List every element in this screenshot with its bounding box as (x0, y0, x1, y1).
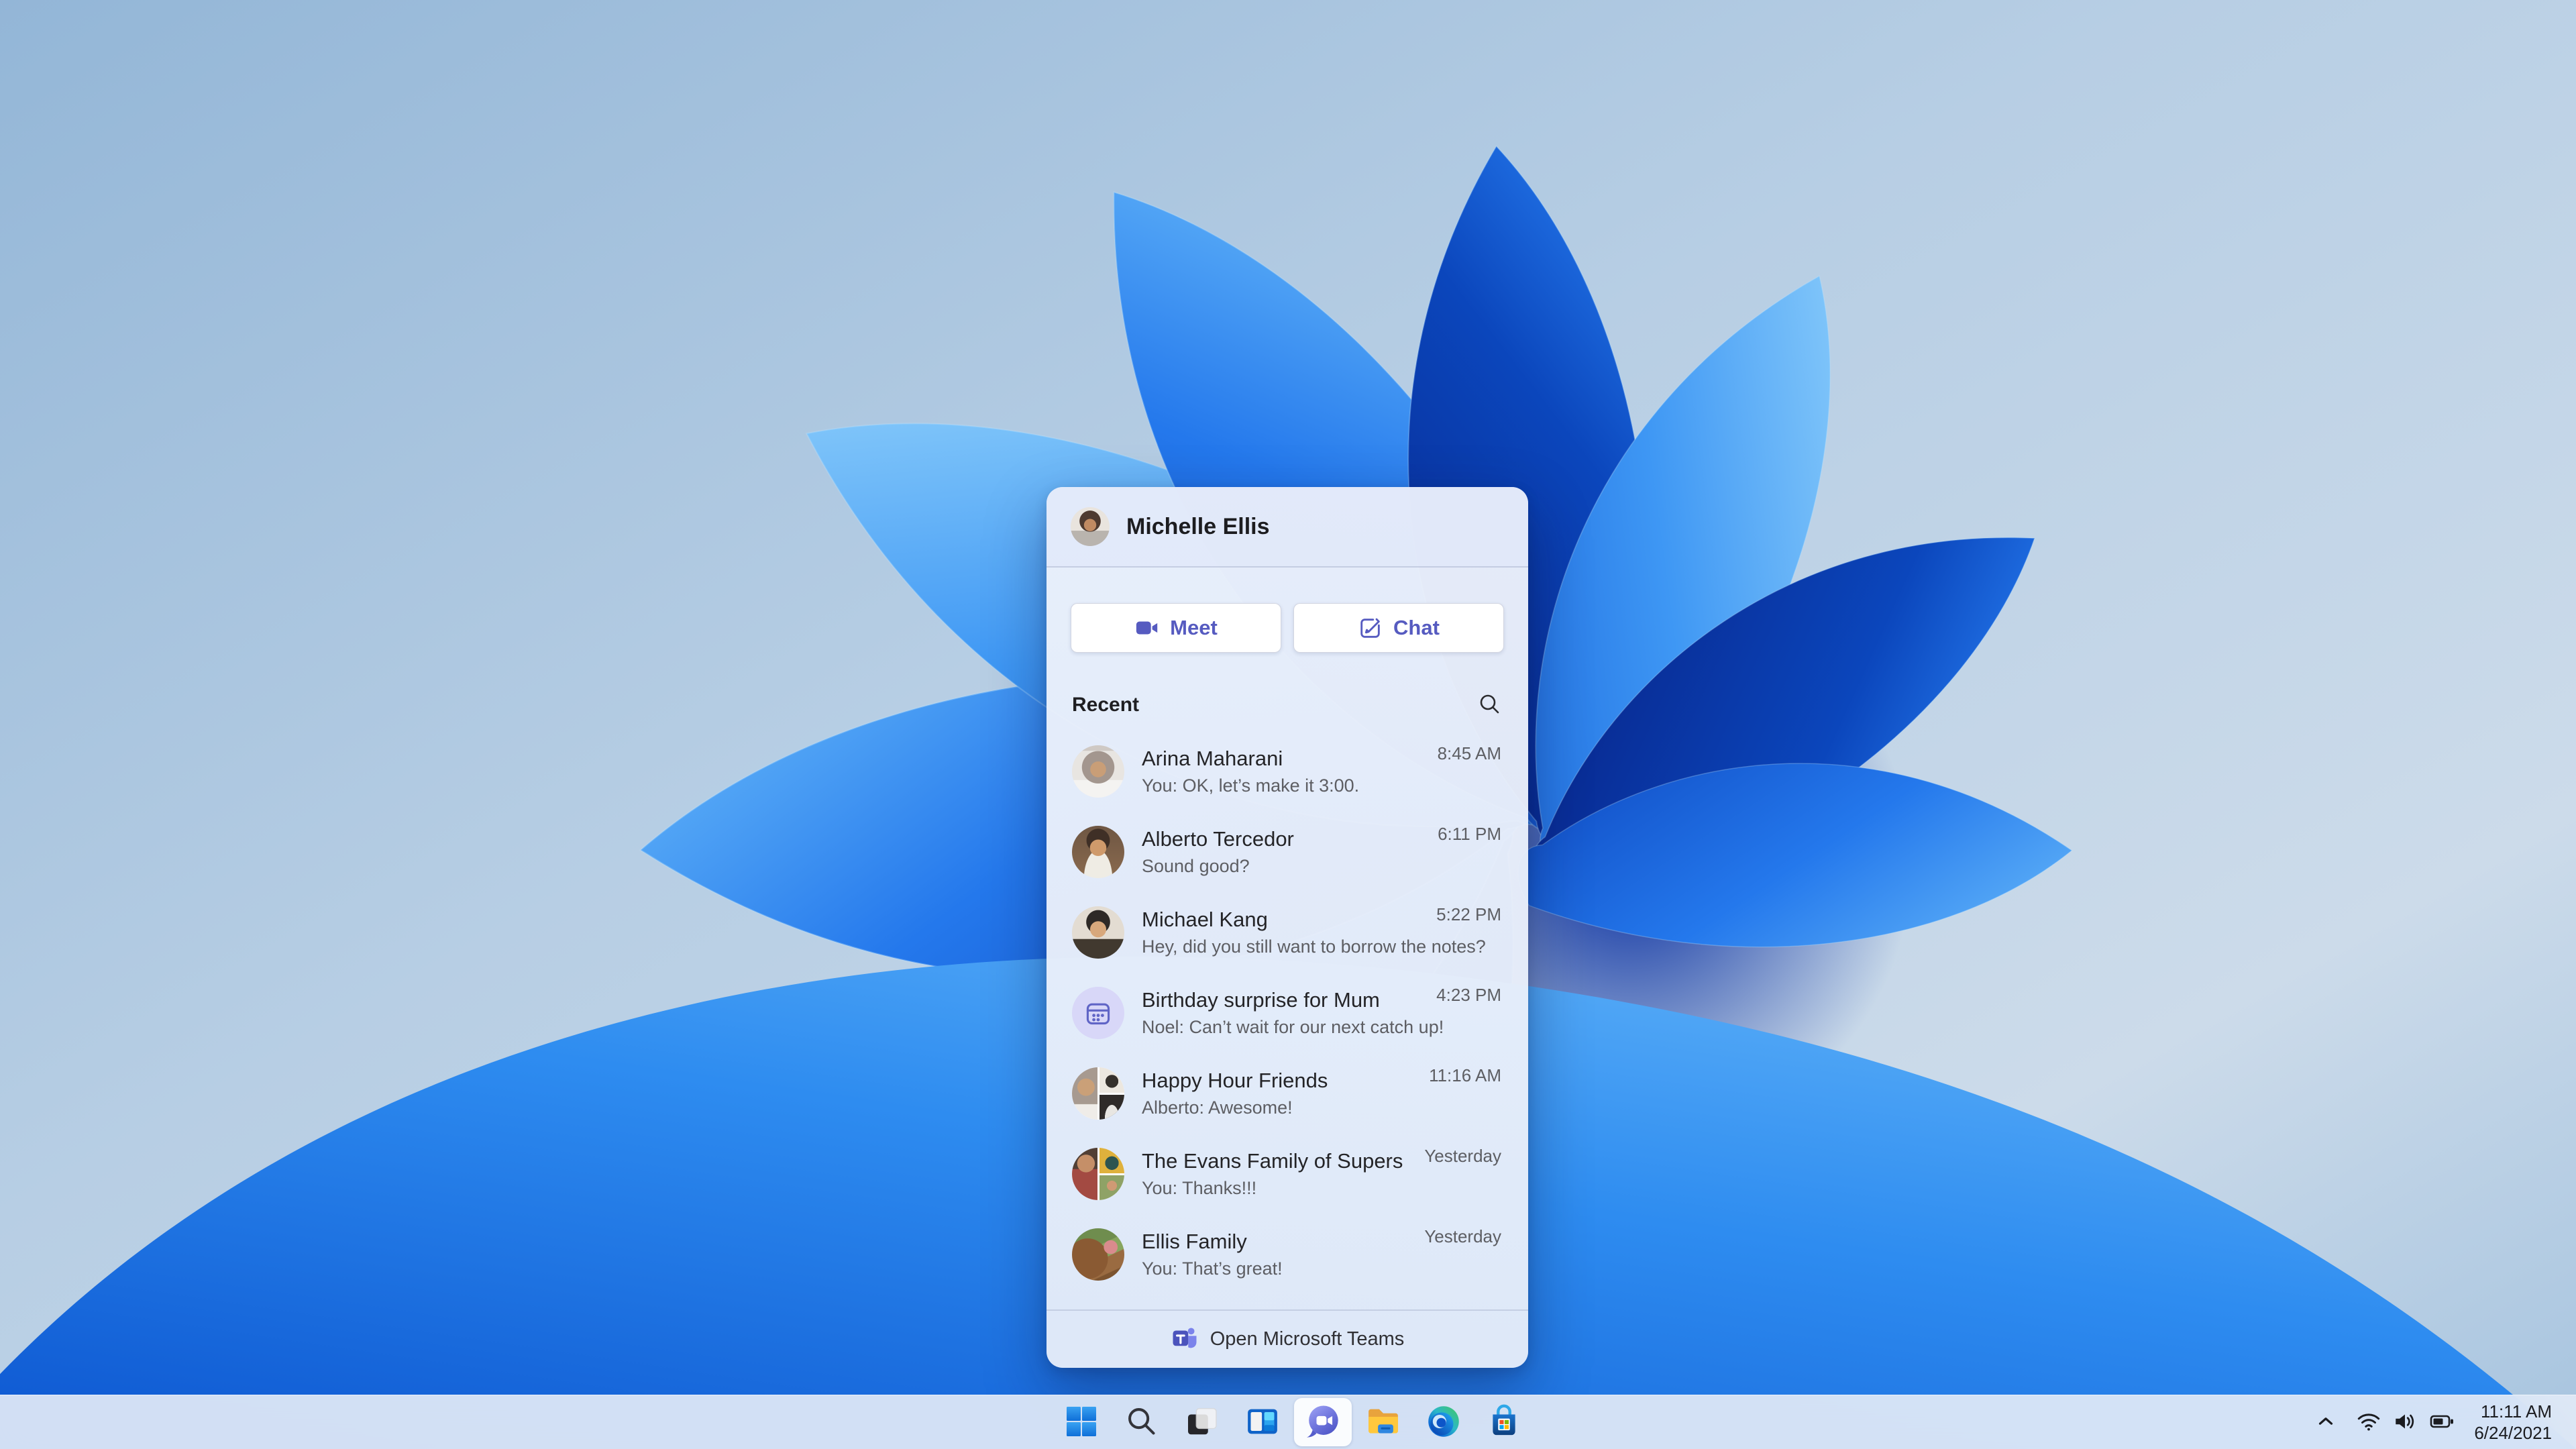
conversation-preview: Noel: Can’t wait for our next catch up! (1142, 1017, 1444, 1037)
meet-button-label: Meet (1170, 616, 1218, 639)
teams-chat-bubble-icon (1303, 1402, 1342, 1443)
meet-button[interactable]: Meet (1071, 603, 1281, 653)
recent-conversation-list: Arina Maharani You: OK, let’s make it 3:… (1046, 731, 1528, 1295)
conversation-row[interactable]: Happy Hour Friends Alberto: Awesome! 11:… (1046, 1053, 1528, 1134)
desktop: Michelle Ellis Meet Chat Recent Arina Ma… (0, 0, 2576, 1449)
calendar-event-icon (1072, 987, 1124, 1039)
chat-button[interactable]: Chat (1293, 603, 1504, 653)
chat-button-label: Chat (1393, 616, 1440, 639)
windows-logo-icon (1063, 1403, 1100, 1442)
conversation-time: Yesterday (1424, 1146, 1501, 1166)
conversation-row[interactable]: Birthday surprise for Mum Noel: Can’t wa… (1046, 973, 1528, 1053)
widgets-icon (1244, 1403, 1281, 1442)
avatar-family-photo (1072, 1228, 1124, 1281)
battery-icon (2428, 1408, 2455, 1437)
open-microsoft-teams-link[interactable]: Open Microsoft Teams (1046, 1309, 1528, 1368)
edge-browser-button[interactable] (1415, 1398, 1472, 1446)
conversation-time: 5:22 PM (1436, 904, 1501, 924)
taskbar: 11:11 AM 6/24/2021 (0, 1395, 2576, 1449)
search-icon (1123, 1403, 1161, 1442)
avatar-bearded-man (1072, 826, 1124, 878)
conversation-preview: You: OK, let’s make it 3:00. (1142, 775, 1360, 796)
flyout-header: Michelle Ellis (1046, 487, 1528, 568)
conversation-preview: You: That’s great! (1142, 1258, 1283, 1279)
start-button[interactable] (1053, 1398, 1110, 1446)
chevron-up-icon (2314, 1410, 2337, 1435)
task-view-button[interactable] (1173, 1398, 1231, 1446)
volume-icon (2392, 1409, 2418, 1436)
avatar-young-man (1072, 906, 1124, 959)
conversation-row[interactable]: The Evans Family of Supers You: Thanks!!… (1046, 1134, 1528, 1214)
user-avatar[interactable] (1071, 507, 1110, 546)
taskbar-center-icons (1051, 1395, 1534, 1449)
system-tray: 11:11 AM 6/24/2021 (2308, 1395, 2559, 1449)
widgets-button[interactable] (1234, 1398, 1291, 1446)
compose-icon (1358, 615, 1383, 641)
tray-date: 6/24/2021 (2474, 1423, 2552, 1443)
conversation-time: 8:45 AM (1437, 743, 1501, 763)
conversation-time: Yesterday (1424, 1226, 1501, 1246)
edge-icon (1425, 1403, 1462, 1442)
conversation-preview: Sound good? (1142, 856, 1250, 876)
teams-chat-flyout: Michelle Ellis Meet Chat Recent Arina Ma… (1046, 487, 1528, 1368)
teams-logo-icon (1171, 1324, 1199, 1355)
wifi-icon (2356, 1409, 2381, 1436)
avatar-woman-hijab (1072, 745, 1124, 798)
chat-button-taskbar[interactable] (1294, 1398, 1352, 1446)
conversation-row[interactable]: Michael Kang Hey, did you still want to … (1046, 892, 1528, 973)
microsoft-store-button[interactable] (1475, 1398, 1533, 1446)
clock-and-date[interactable]: 11:11 AM 6/24/2021 (2467, 1401, 2559, 1444)
conversation-row[interactable]: Arina Maharani You: OK, let’s make it 3:… (1046, 731, 1528, 812)
video-camera-icon (1134, 615, 1160, 641)
store-icon (1485, 1403, 1523, 1442)
avatar-group-collage (1072, 1148, 1124, 1200)
conversation-time: 4:23 PM (1436, 985, 1501, 1005)
task-view-icon (1183, 1403, 1221, 1442)
conversation-time: 11:16 AM (1429, 1065, 1501, 1085)
tray-time: 11:11 AM (2481, 1401, 2552, 1421)
conversation-preview: Alberto: Awesome! (1142, 1097, 1293, 1118)
quick-actions: Meet Chat (1071, 603, 1504, 653)
conversation-row[interactable]: Ellis Family You: That’s great! Yesterda… (1046, 1214, 1528, 1295)
recent-heading: Recent (1072, 694, 1140, 716)
conversation-preview: Hey, did you still want to borrow the no… (1142, 936, 1486, 957)
network-volume-battery-button[interactable] (2349, 1401, 2462, 1444)
search-icon[interactable] (1477, 692, 1501, 719)
conversation-time: 6:11 PM (1438, 824, 1501, 844)
tray-overflow-chevron[interactable] (2308, 1401, 2344, 1444)
search-button[interactable] (1113, 1398, 1171, 1446)
conversation-row[interactable]: Alberto Tercedor Sound good? 6:11 PM (1046, 812, 1528, 892)
open-teams-label: Open Microsoft Teams (1210, 1328, 1405, 1350)
conversation-preview: You: Thanks!!! (1142, 1178, 1257, 1198)
file-explorer-button[interactable] (1354, 1398, 1412, 1446)
avatar-group-collage (1072, 1067, 1124, 1120)
folder-icon (1364, 1403, 1402, 1442)
user-name: Michelle Ellis (1126, 513, 1270, 539)
